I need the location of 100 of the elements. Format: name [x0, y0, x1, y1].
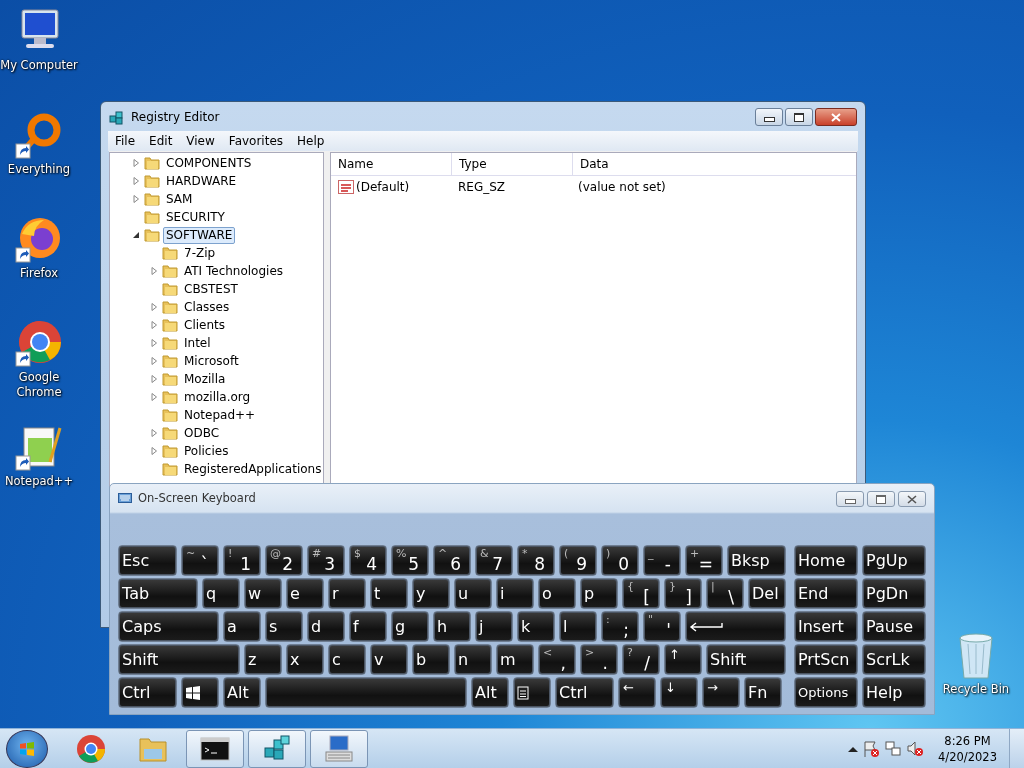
menu-item[interactable]: File	[108, 134, 143, 148]
keyboard-key[interactable]: a	[223, 611, 261, 642]
keyboard-key[interactable]: PgUp	[862, 545, 926, 576]
keyboard-key[interactable]: Bksp	[727, 545, 786, 576]
collapsed-triangle-icon[interactable]	[148, 303, 160, 311]
keyboard-key[interactable]: k	[517, 611, 555, 642]
keyboard-key[interactable]: * 8	[517, 545, 555, 576]
keyboard-key[interactable]: →	[702, 677, 740, 708]
keyboard-key[interactable]: p	[580, 578, 618, 609]
menu-item[interactable]: Help	[290, 134, 332, 148]
tree-item[interactable]: SECURITY	[163, 208, 228, 226]
keyboard-key[interactable]: Del	[748, 578, 786, 609]
keyboard-key[interactable]: ! 1	[223, 545, 261, 576]
close-button[interactable]	[815, 108, 857, 126]
keyboard-key[interactable]: g	[391, 611, 429, 642]
keyboard-key[interactable]: PgDn	[862, 578, 926, 609]
keyboard-key[interactable]: r	[328, 578, 366, 609]
minimize-button[interactable]	[836, 491, 864, 507]
tree-item[interactable]: 7-Zip	[181, 244, 219, 262]
show-hidden-icons-icon[interactable]	[848, 745, 859, 752]
collapsed-triangle-icon[interactable]	[148, 267, 160, 275]
keyboard-key[interactable]: o	[538, 578, 576, 609]
tree-item[interactable]: Policies	[181, 442, 232, 460]
column-header[interactable]: Type	[452, 153, 573, 175]
keyboard-key[interactable]: Shift	[118, 644, 240, 675]
tree-item[interactable]: RegisteredApplications	[181, 460, 323, 478]
collapsed-triangle-icon[interactable]	[148, 393, 160, 401]
keyboard-key[interactable]: ~ `	[181, 545, 219, 576]
collapsed-triangle-icon[interactable]	[148, 357, 160, 365]
keyboard-key[interactable]: _ -	[643, 545, 681, 576]
minimize-button[interactable]	[755, 108, 783, 126]
keyboard-key[interactable]: { [	[622, 578, 660, 609]
keyboard-key[interactable]: w	[244, 578, 282, 609]
tree-item[interactable]: SOFTWARE	[163, 226, 236, 244]
close-button[interactable]	[898, 491, 926, 507]
keyboard-key[interactable]: ScrLk	[862, 644, 926, 675]
keyboard-key[interactable]: ) 0	[601, 545, 639, 576]
tree-item[interactable]: mozilla.org	[181, 388, 254, 406]
keyboard-key[interactable]: c	[328, 644, 366, 675]
keyboard-key[interactable]: : ;	[601, 611, 639, 642]
console-taskbar-button[interactable]	[186, 729, 244, 768]
column-header[interactable]: Data	[573, 153, 856, 175]
keyboard-key[interactable]: b	[412, 644, 450, 675]
tree-item[interactable]: Classes	[181, 298, 233, 316]
registry-taskbar-button[interactable]	[248, 729, 306, 768]
keyboard-key[interactable]: < ,	[538, 644, 576, 675]
tree-item[interactable]: ATI Technologies	[181, 262, 287, 280]
keyboard-key[interactable]: Ctrl	[118, 677, 177, 708]
keyboard-key[interactable]: & 7	[475, 545, 513, 576]
keyboard-key[interactable]: End	[794, 578, 858, 609]
keyboard-key[interactable]: m	[496, 644, 534, 675]
keyboard-key[interactable]: %5	[391, 545, 429, 576]
keyboard-key[interactable]: q	[202, 578, 240, 609]
keyboard-key[interactable]: Caps	[118, 611, 219, 642]
keyboard-key[interactable]: > .	[580, 644, 618, 675]
keyboard-key[interactable]: PrtScn	[794, 644, 858, 675]
flag-icon[interactable]	[862, 739, 881, 758]
maximize-button[interactable]	[785, 108, 813, 126]
collapsed-triangle-icon[interactable]	[130, 177, 142, 185]
keyboard-key[interactable]: Esc	[118, 545, 177, 576]
keyboard-key[interactable]: n	[454, 644, 492, 675]
keyboard-key[interactable]: i	[496, 578, 534, 609]
keyboard-key[interactable]: $ 4	[349, 545, 387, 576]
keyboard-key[interactable]: v	[370, 644, 408, 675]
tree-item[interactable]: CBSTEST	[181, 280, 241, 298]
tree-item[interactable]: HARDWARE	[163, 172, 240, 190]
keyboard-key[interactable]: d	[307, 611, 345, 642]
tree-item[interactable]: Mozilla	[181, 370, 229, 388]
speaker-muted-icon[interactable]	[906, 739, 925, 758]
browser-icon[interactable]	[14, 318, 64, 368]
keyboard-key[interactable]: Alt	[223, 677, 261, 708]
keyboard-key[interactable]: j	[475, 611, 513, 642]
keyboard-key[interactable]: } ]	[664, 578, 702, 609]
tree-item[interactable]: SAM	[163, 190, 196, 208]
keyboard-key[interactable]: x	[286, 644, 324, 675]
keyboard-key[interactable]: ^ 6	[433, 545, 471, 576]
keyboard-key[interactable]: y	[412, 578, 450, 609]
keyboard-key[interactable]: u	[454, 578, 492, 609]
tree-item[interactable]: COMPONENTS	[163, 154, 255, 172]
keyboard-key[interactable]: Alt	[471, 677, 509, 708]
keyboard-key[interactable]: z	[244, 644, 282, 675]
enter-key[interactable]	[685, 611, 786, 642]
tree-item[interactable]: Intel	[181, 334, 214, 352]
collapsed-triangle-icon[interactable]	[148, 447, 160, 455]
collapsed-triangle-icon[interactable]	[148, 321, 160, 329]
column-header[interactable]: Name	[331, 153, 452, 175]
windows-key[interactable]	[181, 677, 219, 708]
tree-item[interactable]: Clients	[181, 316, 228, 334]
keyboard-key[interactable]: | \	[706, 578, 744, 609]
clock-date[interactable]: 4/20/2023	[938, 749, 997, 764]
space-key[interactable]	[265, 677, 467, 708]
network-icon[interactable]	[884, 739, 903, 758]
keyboard-key[interactable]: ↓	[660, 677, 698, 708]
tree-item[interactable]: Notepad++	[181, 406, 259, 424]
keyboard-key[interactable]: Shift	[706, 644, 786, 675]
keyboard-key[interactable]: ↑	[664, 644, 702, 675]
keyboard-key[interactable]: Home	[794, 545, 858, 576]
clock-time[interactable]: 8:26 PM	[944, 733, 991, 748]
maximize-button[interactable]	[867, 491, 895, 507]
keyboard-key[interactable]: " '	[643, 611, 681, 642]
